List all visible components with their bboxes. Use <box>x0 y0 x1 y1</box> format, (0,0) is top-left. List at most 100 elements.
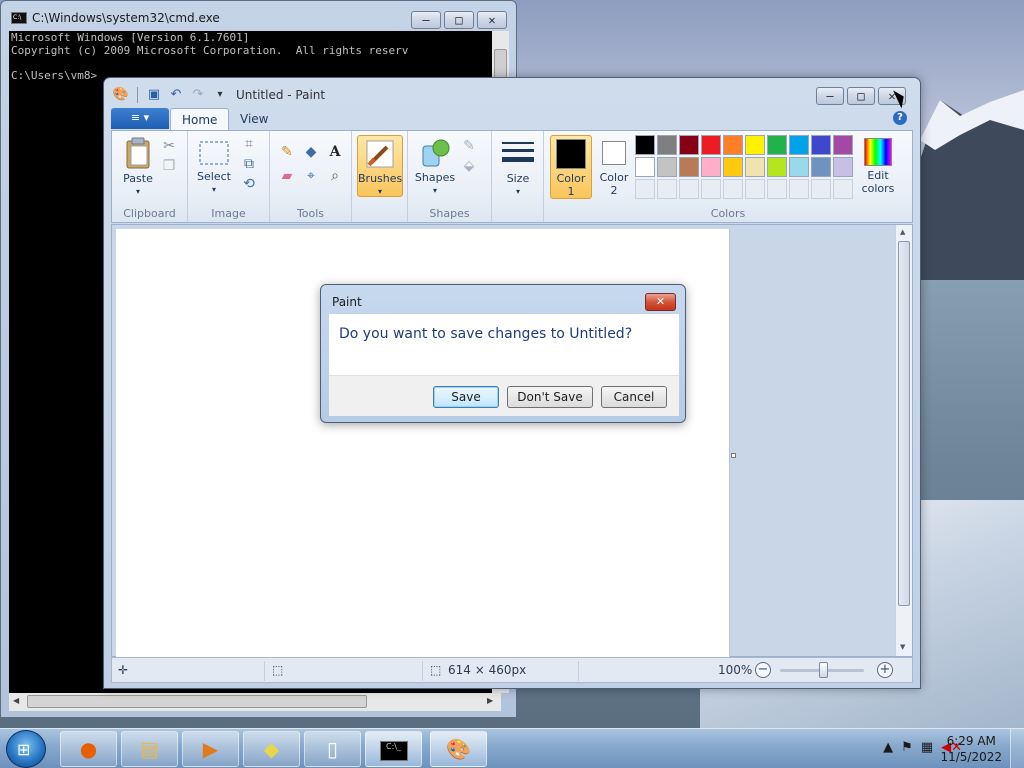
rotate-icon[interactable]: ⟲ <box>240 175 258 193</box>
color-swatch[interactable] <box>767 157 787 177</box>
paint-file-menu-button[interactable]: ≡ ▾ <box>111 108 169 129</box>
cancel-button[interactable]: Cancel <box>601 386 667 408</box>
canvas-vertical-scrollbar[interactable]: ▲ ▼ <box>895 225 912 656</box>
taskbar-paint[interactable]: 🎨 <box>430 731 487 767</box>
color-picker-icon[interactable]: ⌖ <box>302 167 320 185</box>
paint-minimize-button[interactable]: – <box>816 87 844 105</box>
clock-time: 6:29 AM <box>946 734 996 748</box>
custom-color-slot[interactable] <box>789 179 809 199</box>
color-swatch[interactable] <box>635 135 655 155</box>
cmd-horizontal-scroll-thumb[interactable] <box>27 695 367 708</box>
cmd-horizontal-scrollbar[interactable]: ◀ ▶ <box>9 693 501 711</box>
color-swatch[interactable] <box>679 157 699 177</box>
taskbar-cmd[interactable]: C:\_ <box>365 731 422 767</box>
tab-view[interactable]: View <box>229 108 279 131</box>
custom-color-slot[interactable] <box>657 179 677 199</box>
color-swatch[interactable] <box>789 157 809 177</box>
size-button[interactable]: Size ▾ <box>498 135 538 197</box>
scroll-down-icon[interactable]: ▼ <box>900 643 905 651</box>
custom-color-slot[interactable] <box>833 179 853 199</box>
taskbar-firefox[interactable]: ● <box>60 731 117 767</box>
text-icon[interactable]: A <box>326 143 344 161</box>
network-icon[interactable]: ▦ <box>921 740 933 755</box>
color1-button[interactable]: Color 1 <box>550 135 592 199</box>
save-button[interactable]: Save <box>433 386 499 408</box>
taskbar-sticky-notes[interactable]: ◆ <box>243 731 300 767</box>
dialog-close-button[interactable]: ✕ <box>645 293 676 311</box>
action-center-flag-icon[interactable]: ⚑ <box>901 740 913 755</box>
custom-color-slot[interactable] <box>811 179 831 199</box>
cmd-minimize-button[interactable]: – <box>411 11 441 29</box>
custom-color-slot[interactable] <box>767 179 787 199</box>
zoom-out-button[interactable]: − <box>755 662 771 678</box>
outline-icon[interactable]: ✎ <box>460 137 478 155</box>
custom-color-slot[interactable] <box>701 179 721 199</box>
cmd-close-button[interactable]: ✕ <box>477 11 507 29</box>
taskbar-explorer[interactable]: ▤ <box>121 731 178 767</box>
save-changes-dialog[interactable]: Paint ✕ Do you want to save changes to U… <box>320 284 686 423</box>
resize-icon[interactable]: ⧉ <box>240 155 258 173</box>
paste-button[interactable]: Paste ▾ <box>118 135 158 197</box>
tab-home[interactable]: Home <box>170 108 230 131</box>
color-swatch[interactable] <box>701 157 721 177</box>
show-hidden-icons-icon[interactable]: ▲ <box>883 740 893 755</box>
copy-icon[interactable]: ❐ <box>160 157 178 175</box>
brushes-button[interactable]: Brushes ▾ <box>357 135 403 197</box>
show-desktop-button[interactable] <box>1010 729 1024 768</box>
paint-app-icon[interactable]: 🎨 <box>112 86 130 104</box>
cut-icon[interactable]: ✂ <box>160 137 178 155</box>
start-button[interactable]: ⊞ <box>6 730 46 768</box>
scroll-right-icon[interactable]: ▶ <box>487 696 493 705</box>
color2-button[interactable]: Color 2 <box>596 135 632 199</box>
color1-label-b: 1 <box>567 185 575 198</box>
crop-icon[interactable]: ⌗ <box>240 135 258 153</box>
fill-style-icon[interactable]: ⬙ <box>460 157 478 175</box>
zoom-in-button[interactable]: + <box>877 662 893 678</box>
color-swatch[interactable] <box>811 157 831 177</box>
undo-icon[interactable]: ↶ <box>167 86 185 104</box>
qat-separator <box>137 87 138 103</box>
color-swatch[interactable] <box>745 135 765 155</box>
custom-color-slot[interactable] <box>745 179 765 199</box>
redo-icon[interactable]: ↷ <box>189 86 207 104</box>
canvas-scroll-thumb[interactable] <box>898 241 910 606</box>
edit-colors-button[interactable]: Edit colors <box>858 135 898 199</box>
clock[interactable]: 6:29 AM 11/5/2022 <box>940 733 1002 765</box>
magnifier-icon[interactable]: ⌕ <box>326 167 344 185</box>
pencil-icon[interactable]: ✎ <box>278 143 296 161</box>
color-swatch[interactable] <box>833 135 853 155</box>
cmd-vertical-scroll-thumb[interactable] <box>494 49 507 79</box>
fill-icon[interactable]: ◆ <box>302 143 320 161</box>
color-swatch[interactable] <box>657 157 677 177</box>
scroll-up-icon[interactable]: ▲ <box>900 228 905 236</box>
cmd-titlebar[interactable]: C:\ C:\Windows\system32\cmd.exe – □ ✕ <box>1 1 516 31</box>
color-swatch[interactable] <box>811 135 831 155</box>
color-swatch[interactable] <box>745 157 765 177</box>
cmd-maximize-button[interactable]: □ <box>444 11 474 29</box>
shapes-button[interactable]: Shapes ▾ <box>414 135 456 197</box>
zoom-slider-thumb[interactable] <box>819 662 828 678</box>
help-icon[interactable]: ? <box>893 111 907 125</box>
color-swatch[interactable] <box>789 135 809 155</box>
eraser-icon[interactable]: ▰ <box>278 167 296 185</box>
color-swatch[interactable] <box>723 157 743 177</box>
customize-qat-icon[interactable]: ▾ <box>211 86 229 104</box>
save-icon[interactable]: ▣ <box>145 86 163 104</box>
color-swatch[interactable] <box>833 157 853 177</box>
paint-maximize-button[interactable]: □ <box>847 87 875 105</box>
canvas-resize-handle[interactable] <box>731 453 736 458</box>
taskbar-notepad[interactable]: ▯ <box>304 731 361 767</box>
taskbar-media-player[interactable]: ▶ <box>182 731 239 767</box>
custom-color-slot[interactable] <box>723 179 743 199</box>
select-button[interactable]: Select ▾ <box>194 135 234 197</box>
scroll-left-icon[interactable]: ◀ <box>13 696 19 705</box>
dont-save-button[interactable]: Don't Save <box>507 386 593 408</box>
color-swatch[interactable] <box>679 135 699 155</box>
color-swatch[interactable] <box>767 135 787 155</box>
color-swatch[interactable] <box>635 157 655 177</box>
color-swatch[interactable] <box>723 135 743 155</box>
color-swatch[interactable] <box>657 135 677 155</box>
custom-color-slot[interactable] <box>679 179 699 199</box>
custom-color-slot[interactable] <box>635 179 655 199</box>
color-swatch[interactable] <box>701 135 721 155</box>
